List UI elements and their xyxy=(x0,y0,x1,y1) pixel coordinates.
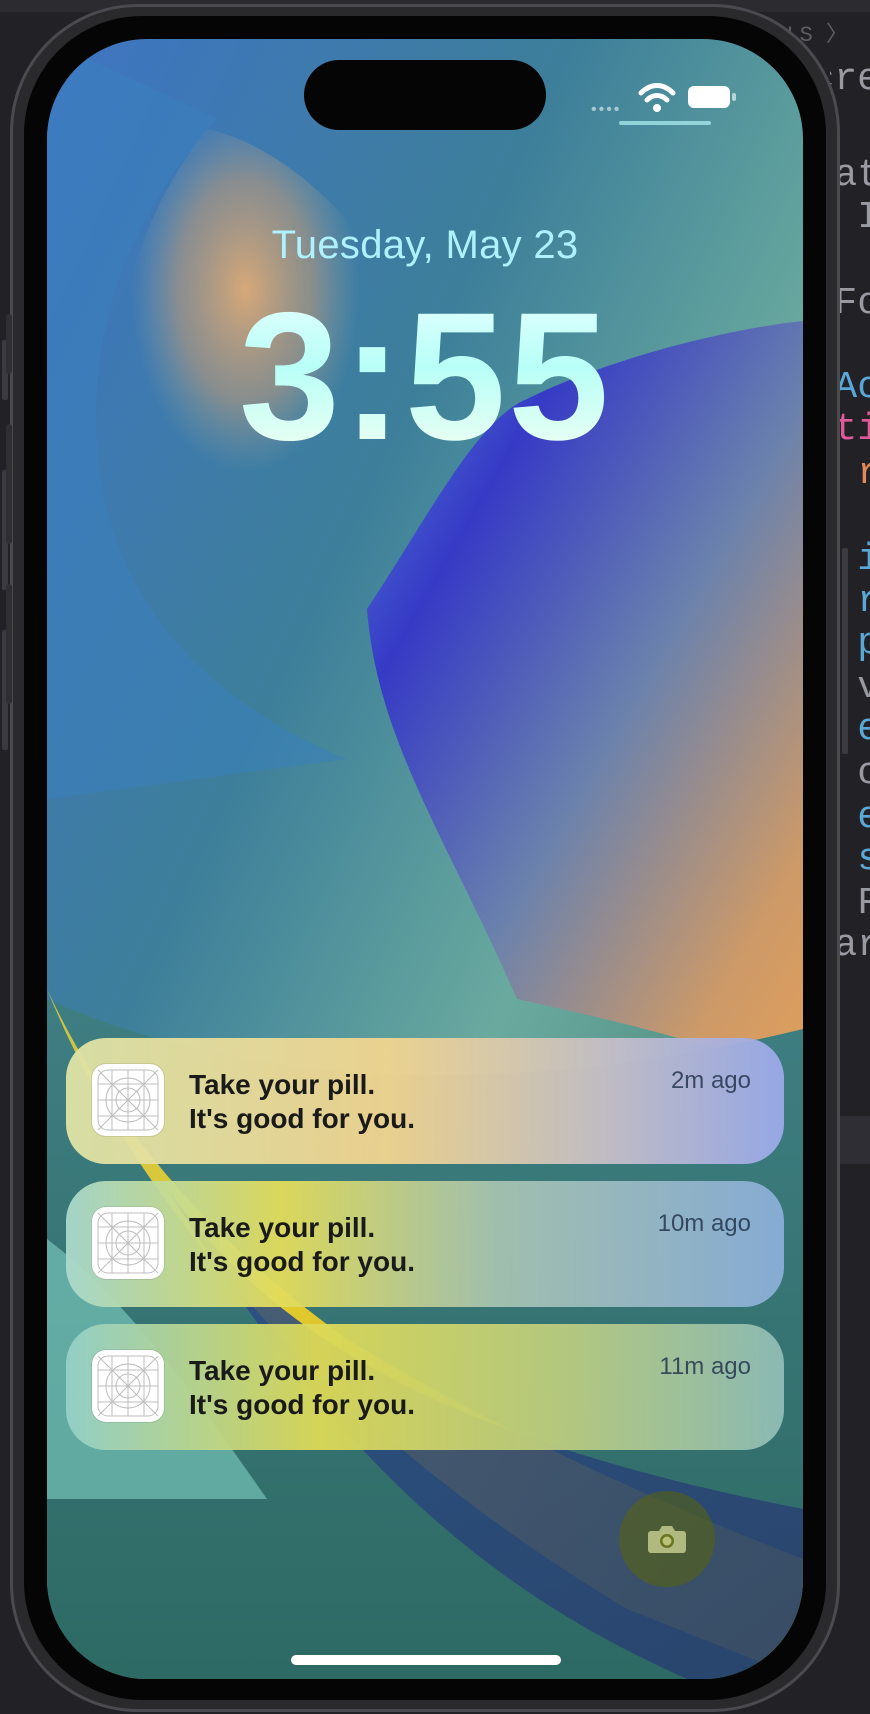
notification-background xyxy=(66,1181,784,1307)
side-button xyxy=(6,314,12,374)
lock-screen-time: 3:55 xyxy=(47,285,803,467)
code-line[interactable]: c xyxy=(857,752,870,796)
code-line[interactable]: s xyxy=(857,838,870,882)
code-line[interactable]: F xyxy=(857,882,870,926)
app-icon xyxy=(92,1350,164,1422)
notification-background xyxy=(66,1324,784,1450)
control-center-indicator[interactable] xyxy=(619,121,711,125)
code-line[interactable]: i xyxy=(857,538,870,582)
camera-button[interactable] xyxy=(619,1491,715,1587)
code-line[interactable]: I xyxy=(857,196,870,240)
code-line[interactable]: r xyxy=(857,580,870,624)
app-icon xyxy=(92,1207,164,1279)
notification-card[interactable]: Take your pill. It's good for you. 11m a… xyxy=(66,1324,784,1450)
notification-time: 2m ago xyxy=(670,1067,751,1094)
code-line[interactable]: e xyxy=(857,796,870,840)
notification-title: Take your pill. xyxy=(189,1355,376,1386)
battery-icon xyxy=(688,86,736,108)
notification-body: It's good for you. xyxy=(189,1389,415,1420)
notification-body: It's good for you. xyxy=(189,1103,415,1134)
code-line[interactable]: cre xyxy=(830,58,870,102)
notification-body: It's good for you. xyxy=(189,1246,415,1277)
code-line[interactable]: e xyxy=(857,708,870,752)
volume-down-button xyxy=(6,584,12,704)
code-line[interactable]: r xyxy=(857,452,870,496)
notification-card[interactable]: Take your pill. It's good for you. 10m a… xyxy=(66,1181,784,1307)
volume-up-button xyxy=(6,424,12,544)
app-icon xyxy=(92,1064,164,1136)
camera-icon xyxy=(648,1526,686,1553)
notification-title: Take your pill. xyxy=(189,1069,376,1100)
dynamic-island xyxy=(304,60,546,130)
wifi-icon xyxy=(638,83,676,112)
lock-screen[interactable]: •••• Tuesday, May 23 3:55 Take your pill… xyxy=(47,39,803,1679)
notification-card[interactable]: Take your pill. It's good for you. 2m ag… xyxy=(66,1038,784,1164)
home-indicator[interactable] xyxy=(291,1655,561,1665)
notification-background xyxy=(66,1038,784,1164)
notification-time: 10m ago xyxy=(657,1210,751,1237)
notification-time: 11m ago xyxy=(659,1353,751,1380)
code-line[interactable]: v xyxy=(857,666,870,710)
code-line[interactable]: p xyxy=(857,622,870,666)
lock-screen-date: Tuesday, May 23 xyxy=(271,223,579,267)
notification-title: Take your pill. xyxy=(189,1212,376,1243)
cellular-signal-icon: •••• xyxy=(591,101,622,118)
